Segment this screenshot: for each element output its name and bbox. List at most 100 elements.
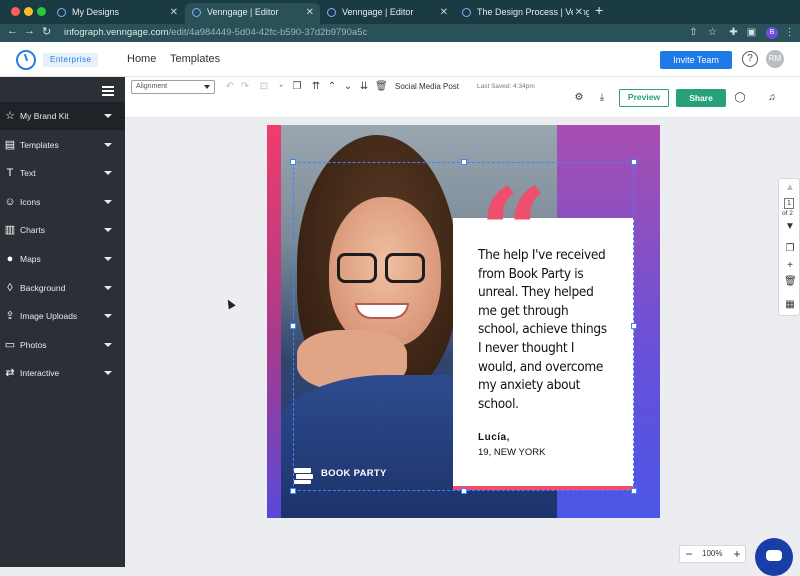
sidebar-item-my-brand-kit[interactable]: ☆ My Brand Kit	[0, 102, 125, 130]
bring-forward-icon[interactable]: ⌃	[326, 81, 338, 93]
sidebar-item-label: Icons	[20, 196, 41, 207]
current-page-field[interactable]: 1	[784, 198, 794, 209]
chevron-down-icon[interactable]	[104, 228, 112, 233]
page-up-icon[interactable]: ▲	[784, 182, 796, 194]
sidebar-item-photos[interactable]: ▭ Photos	[0, 331, 125, 359]
zoom-level[interactable]: 100%	[702, 549, 722, 558]
venngage-favicon-icon	[462, 8, 471, 17]
hamburger-menu-icon[interactable]	[102, 86, 114, 96]
zoom-out-icon[interactable]: −	[681, 546, 697, 562]
resize-handle[interactable]	[290, 159, 296, 165]
share-page-icon[interactable]: ⇧	[688, 27, 699, 38]
last-saved-status: Last Saved: 4:34pm	[477, 83, 535, 90]
extensions-puzzle-icon[interactable]: ✚	[728, 27, 739, 38]
chevron-down-icon[interactable]	[104, 199, 112, 204]
sidebar-item-background[interactable]: ◊ Background	[0, 274, 125, 302]
delete-icon[interactable]: 🗑	[375, 81, 388, 93]
photos-icon: ▭	[4, 338, 16, 351]
resize-handle[interactable]	[631, 323, 637, 329]
sidebar-item-templates[interactable]: ▤ Templates	[0, 131, 125, 159]
forward-arrow-icon[interactable]: →	[24, 25, 35, 37]
resize-handle[interactable]	[631, 488, 637, 494]
sidebar-item-maps[interactable]: ● Maps	[0, 245, 125, 273]
page-count-label: of 2	[782, 210, 793, 217]
bookmark-star-icon[interactable]: ☆	[707, 27, 718, 38]
crop-icon[interactable]: ⊡	[258, 81, 270, 93]
delete-page-icon[interactable]: 🗑	[784, 276, 797, 288]
close-window-icon[interactable]	[11, 7, 20, 16]
back-arrow-icon[interactable]: ←	[7, 25, 18, 37]
page-down-icon[interactable]: ▼	[784, 221, 796, 233]
address-bar: ← → ↻ infograph.venngage.com/edit/4a9844…	[0, 24, 800, 42]
chevron-down-icon[interactable]	[104, 342, 112, 347]
duplicate-page-icon[interactable]: ❐	[784, 243, 796, 255]
chevron-down-icon[interactable]	[104, 371, 112, 376]
close-tab-icon[interactable]: ✕	[306, 3, 314, 22]
chevron-down-icon[interactable]	[104, 314, 112, 319]
venngage-favicon-icon	[327, 8, 336, 17]
sidebar-item-label: My Brand Kit	[20, 111, 69, 121]
browser-tab-my-designs[interactable]: My Designs ✕	[50, 3, 184, 24]
resize-handle[interactable]	[631, 159, 637, 165]
sidebar-item-charts[interactable]: ▥ Charts	[0, 216, 125, 244]
venngage-favicon-icon	[192, 8, 201, 17]
zoom-in-icon[interactable]: +	[729, 546, 745, 562]
invite-team-button[interactable]: Invite Team	[660, 51, 732, 69]
sidebar-item-image-uploads[interactable]: ⇪ Image Uploads	[0, 302, 125, 330]
left-sidebar: ☆ My Brand Kit ▤ Templates T Text ☺ Icons ▥ Chart…	[0, 77, 125, 567]
chevron-down-icon[interactable]	[104, 171, 112, 176]
comment-icon[interactable]: ◯	[734, 92, 746, 104]
chevron-down-icon[interactable]	[104, 114, 112, 118]
close-tab-icon[interactable]: ✕	[440, 3, 448, 22]
send-to-back-icon[interactable]: ⇊	[358, 81, 370, 93]
chevron-down-icon[interactable]	[104, 142, 112, 147]
minimize-window-icon[interactable]	[24, 7, 33, 16]
lock-icon[interactable]: ▪	[275, 81, 287, 93]
browser-menu-icon[interactable]: ⋮	[784, 27, 795, 38]
nav-templates-link[interactable]: Templates	[170, 53, 220, 65]
maximize-window-icon[interactable]	[37, 7, 46, 16]
alignment-select[interactable]: Alignment	[131, 80, 215, 94]
share-button[interactable]: Share	[676, 89, 726, 107]
document-type-label[interactable]: Social Media Post	[395, 82, 459, 91]
add-page-icon[interactable]: +	[784, 260, 796, 272]
duplicate-icon[interactable]: ❐	[291, 81, 303, 93]
notification-bell-icon[interactable]: ♫	[766, 92, 778, 104]
user-avatar[interactable]: RM	[766, 50, 784, 68]
reload-icon[interactable]: ↻	[42, 25, 51, 38]
send-backward-icon[interactable]: ⌄	[342, 81, 354, 93]
chevron-down-icon[interactable]	[104, 285, 112, 290]
page-grid-icon[interactable]: ▦	[784, 299, 796, 311]
help-icon[interactable]: ?	[742, 51, 758, 67]
redo-icon[interactable]: ↷	[239, 81, 251, 93]
venngage-logo-icon[interactable]	[16, 50, 36, 70]
resize-handle[interactable]	[461, 488, 467, 494]
sidebar-item-interactive[interactable]: ⇄ Interactive	[0, 359, 125, 387]
resize-handle[interactable]	[290, 488, 296, 494]
nav-home-link[interactable]: Home	[127, 53, 156, 65]
browser-tab-editor[interactable]: Venngage | Editor ✕	[320, 3, 454, 24]
download-icon[interactable]: ⤓	[596, 92, 608, 104]
preview-button[interactable]: Preview	[619, 89, 669, 107]
chevron-down-icon[interactable]	[104, 257, 112, 261]
tab-title: Venngage | Editor	[207, 7, 279, 17]
sidebar-toggle-icon[interactable]: ▣	[746, 27, 757, 38]
browser-tab-editor-active[interactable]: Venngage | Editor ✕	[185, 3, 320, 24]
url-field[interactable]: infograph.venngage.com/edit/4a984449-5d0…	[64, 27, 367, 38]
bring-to-front-icon[interactable]: ⇈	[310, 81, 322, 93]
undo-icon[interactable]: ↶	[224, 81, 236, 93]
new-tab-icon[interactable]: +	[595, 2, 603, 18]
support-chat-icon[interactable]	[755, 538, 793, 576]
settings-gear-icon[interactable]: ⚙	[573, 92, 585, 104]
browser-tab-design-process[interactable]: The Design Process | Venngage ✕	[455, 3, 589, 24]
resize-handle[interactable]	[290, 323, 296, 329]
sidebar-item-label: Background	[20, 282, 66, 293]
resize-handle[interactable]	[461, 159, 467, 165]
sidebar-item-text[interactable]: T Text	[0, 159, 125, 187]
close-tab-icon[interactable]: ✕	[572, 3, 583, 22]
sidebar-item-icons[interactable]: ☺ Icons	[0, 188, 125, 216]
accent-stripe	[267, 125, 281, 518]
close-tab-icon[interactable]: ✕	[170, 3, 178, 22]
browser-profile-avatar[interactable]: B	[766, 27, 778, 39]
design-canvas[interactable]: BOOK PARTY “ The help I've received from …	[267, 125, 660, 518]
